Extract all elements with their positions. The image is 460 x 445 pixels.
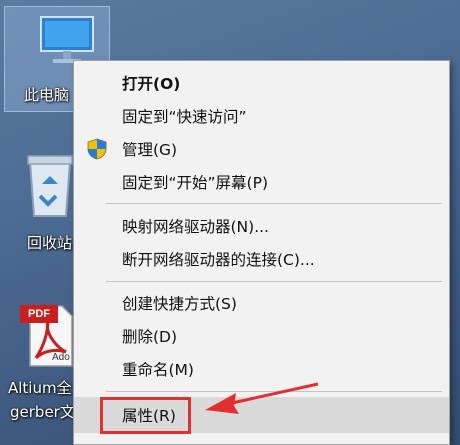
annotation-arrow-icon: [205, 382, 319, 414]
